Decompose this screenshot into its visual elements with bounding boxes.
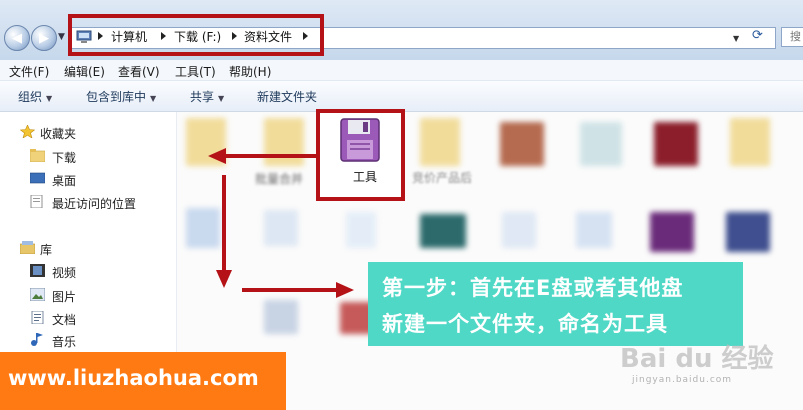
nav-libraries[interactable]: 库 — [40, 241, 52, 258]
menu-tools[interactable]: 工具(T) — [175, 63, 216, 80]
file-label: 批量合并 — [255, 172, 304, 186]
baidu-watermark-url: jingyan.baidu.com — [632, 375, 733, 385]
address-highlight-box — [68, 14, 324, 56]
video-icon — [30, 264, 45, 277]
include-in-library-button[interactable]: 包含到库中 ▼ — [86, 88, 156, 105]
desktop-icon — [30, 172, 45, 184]
star-icon — [20, 125, 35, 138]
nav-downloads[interactable]: 下载 — [52, 149, 76, 166]
arrow-left-icon: ◀ — [12, 30, 22, 46]
search-input[interactable]: 搜 — [781, 27, 803, 47]
file-thumbnail-icon[interactable] — [650, 212, 694, 252]
nav-videos[interactable]: 视频 — [52, 264, 76, 281]
forward-button[interactable]: ▶ — [31, 25, 57, 51]
new-folder-button[interactable]: 新建文件夹 — [257, 88, 317, 105]
file-thumbnail-icon[interactable] — [726, 212, 770, 252]
file-thumbnail-icon[interactable] — [502, 212, 536, 248]
menu-help[interactable]: 帮助(H) — [229, 63, 271, 80]
chevron-down-icon: ▼ — [218, 94, 225, 103]
document-icon — [31, 311, 44, 324]
file-thumbnail-icon[interactable] — [264, 210, 298, 246]
arrow-right-icon — [336, 282, 354, 298]
file-thumbnail-icon[interactable] — [500, 122, 544, 166]
arrow-line — [222, 175, 226, 271]
arrow-down-icon — [216, 270, 232, 288]
tool-folder-label[interactable]: 工具 — [353, 168, 377, 185]
callout-line-1: 第一步：首先在E盘或者其他盘 — [382, 276, 684, 300]
share-label: 共享 — [190, 90, 215, 104]
share-button[interactable]: 共享 ▼ — [190, 88, 224, 105]
chevron-down-icon: ▼ — [150, 94, 157, 103]
baidu-watermark: Bai du 经验 — [620, 344, 774, 374]
file-thumbnail-icon[interactable] — [654, 122, 698, 166]
folder-icon[interactable] — [264, 118, 304, 166]
folder-icon — [30, 149, 45, 162]
music-icon — [31, 333, 43, 346]
library-icon — [20, 241, 35, 254]
back-button[interactable]: ◀ — [4, 25, 30, 51]
recent-places-icon — [30, 195, 43, 208]
folder-icon[interactable] — [420, 118, 460, 166]
menu-edit[interactable]: 编辑(E) — [64, 63, 105, 80]
organize-label: 组织 — [18, 90, 43, 104]
file-thumbnail-icon[interactable] — [264, 300, 298, 334]
menu-file[interactable]: 文件(F) — [9, 63, 49, 80]
file-thumbnail-icon[interactable] — [186, 208, 220, 248]
instruction-callout: 第一步：首先在E盘或者其他盘 新建一个文件夹，命名为工具 — [368, 262, 743, 346]
floppy-disk-icon[interactable] — [340, 118, 380, 162]
site-watermark: www.liuzhaohua.com — [0, 352, 286, 410]
refresh-icon[interactable]: ⟳ — [752, 28, 763, 43]
nav-desktop[interactable]: 桌面 — [52, 172, 76, 189]
address-dropdown-icon[interactable]: ▼ — [733, 34, 739, 43]
nav-music[interactable]: 音乐 — [52, 333, 76, 350]
include-in-library-label: 包含到库中 — [86, 90, 147, 104]
arrow-left-icon — [208, 148, 226, 164]
nav-documents[interactable]: 文档 — [52, 311, 76, 328]
nav-pictures[interactable]: 图片 — [52, 288, 76, 305]
folder-icon[interactable] — [730, 118, 770, 166]
arrow-line — [242, 288, 338, 292]
nav-favorites[interactable]: 收藏夹 — [40, 125, 76, 142]
arrow-line — [224, 154, 318, 158]
menu-view[interactable]: 查看(V) — [118, 63, 160, 80]
file-thumbnail-icon[interactable] — [580, 122, 622, 166]
callout-line-2: 新建一个文件夹，命名为工具 — [382, 312, 668, 336]
chevron-down-icon: ▼ — [46, 94, 53, 103]
arrow-right-icon: ▶ — [39, 30, 49, 46]
organize-button[interactable]: 组织 ▼ — [18, 88, 52, 105]
file-thumbnail-icon[interactable] — [576, 212, 612, 248]
nav-recent-places[interactable]: 最近访问的位置 — [52, 195, 136, 212]
file-thumbnail-icon[interactable] — [420, 214, 466, 248]
picture-icon — [30, 288, 45, 301]
file-thumbnail-icon[interactable] — [346, 212, 376, 248]
file-label: 竞价产品后 — [412, 171, 473, 185]
recent-pages-dropdown-icon[interactable]: ▼ — [58, 32, 65, 42]
